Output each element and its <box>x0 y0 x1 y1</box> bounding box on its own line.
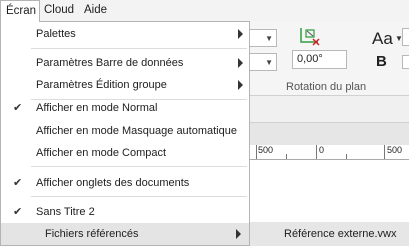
menu-item-label: Sans Titre 2 <box>36 206 95 218</box>
font-size-field[interactable] <box>402 28 409 46</box>
ruler-tick <box>256 145 257 159</box>
ruler-tick <box>346 154 347 159</box>
plane-rotation-label: Rotation du plan <box>286 81 367 93</box>
menu-separator <box>31 166 247 167</box>
ruler-tick <box>286 154 287 159</box>
menu-item-sans-titre-2[interactable]: ✔ Sans Titre 2 <box>1 201 249 223</box>
menu-item-label: Paramètres Édition groupe <box>36 79 167 91</box>
menu-item-label: Afficher en mode Masquage automatique <box>36 125 237 137</box>
menu-item-onglets-documents[interactable]: ✔ Afficher onglets des documents <box>1 172 249 194</box>
ruler-label: 500 <box>387 145 403 155</box>
menu-bar: Écran Cloud Aide <box>0 0 409 22</box>
checkmark-icon: ✔ <box>13 206 23 218</box>
menu-item-label: Afficher en mode Normal <box>36 102 158 114</box>
menu-item-label: Fichiers référencés <box>45 228 139 240</box>
ecran-dropdown-menu: Palettes Paramètres Barre de données Par… <box>0 21 250 246</box>
fichiers-references-submenu: Référence externe.vwx <box>250 222 409 246</box>
menu-ecran[interactable]: Écran <box>0 0 40 22</box>
menu-separator <box>31 196 247 197</box>
submenu-item-reference-externe[interactable]: Référence externe.vwx <box>284 228 397 240</box>
ruler-tick <box>316 145 317 159</box>
menu-item-mode-masquage[interactable]: Afficher en mode Masquage automatique <box>1 120 249 142</box>
ruler-tick <box>384 145 385 159</box>
ruler: 500 0 500 <box>246 145 409 160</box>
checkmark-icon: ✔ <box>13 102 23 114</box>
menu-aide[interactable]: Aide <box>84 0 107 21</box>
menu-item-fichiers-references[interactable]: Fichiers référencés <box>1 223 249 245</box>
submenu-arrow-icon <box>238 58 243 68</box>
menu-item-parametres-barre-donnees[interactable]: Paramètres Barre de données <box>1 52 249 74</box>
style-field[interactable] <box>402 55 409 69</box>
submenu-arrow-icon <box>238 29 243 39</box>
menu-item-mode-compact[interactable]: Afficher en mode Compact <box>1 142 249 164</box>
checkmark-icon: ✔ <box>13 177 23 189</box>
menu-item-label: Afficher onglets des documents <box>36 177 190 189</box>
menu-item-palettes[interactable]: Palettes <box>1 23 249 45</box>
submenu-arrow-icon <box>238 80 243 90</box>
menu-item-label: Paramètres Barre de données <box>36 57 184 69</box>
bold-button[interactable]: B <box>376 53 387 70</box>
submenu-arrow-icon <box>236 229 241 239</box>
menu-item-parametres-edition-groupe[interactable]: Paramètres Édition groupe <box>1 74 249 96</box>
menu-item-mode-normal[interactable]: ✔ Afficher en mode Normal <box>1 97 249 119</box>
plane-rotation-icon[interactable] <box>298 26 322 49</box>
font-icon[interactable]: Aa <box>372 29 393 49</box>
menu-item-label: Afficher en mode Compact <box>36 147 167 159</box>
ruler-label: 500 <box>258 145 274 155</box>
menu-separator <box>31 48 247 49</box>
plane-rotation-field[interactable]: 0,00° <box>292 50 347 69</box>
menu-item-label: Palettes <box>36 28 76 40</box>
menu-cloud[interactable]: Cloud <box>44 0 74 21</box>
ruler-label: 0 <box>319 145 325 155</box>
